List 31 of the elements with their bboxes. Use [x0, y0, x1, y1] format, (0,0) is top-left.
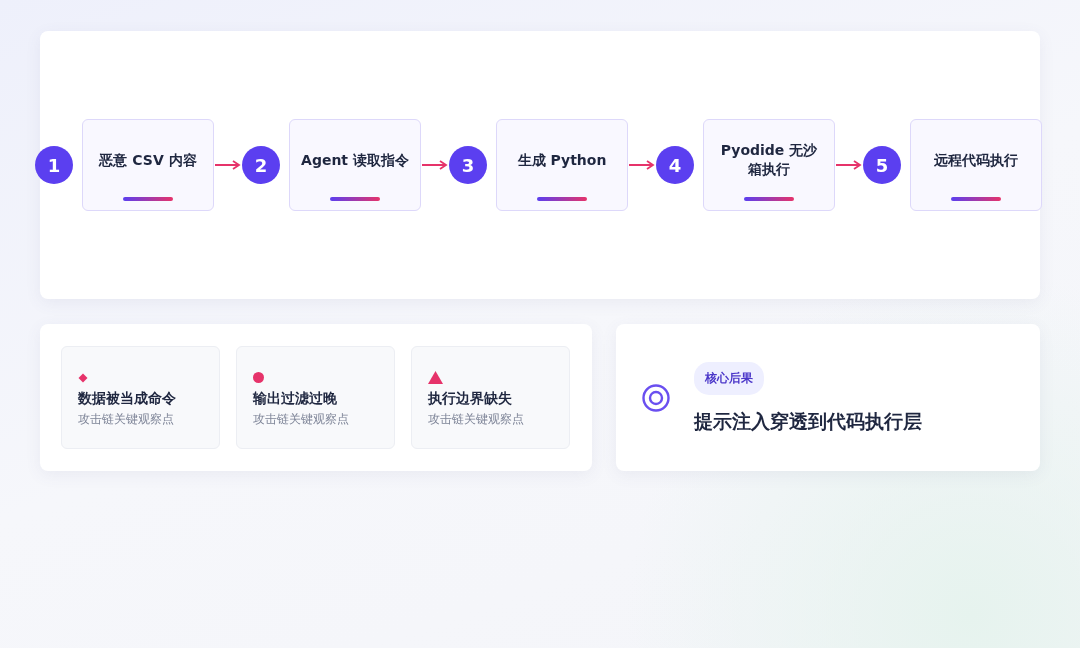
accent-bar [330, 197, 380, 201]
observation-caption: 攻击链关键观察点 [428, 412, 525, 427]
step-label: 远程代码执行 [934, 150, 1018, 170]
observation-caption: 攻击链关键观察点 [78, 412, 175, 427]
dot-icon [253, 372, 264, 383]
observation-title: 执行边界缺失 [428, 390, 513, 408]
target-icon [642, 383, 670, 412]
step-label: 恶意 CSV 内容 [99, 150, 197, 170]
triangle-icon [428, 371, 443, 384]
arrow-icon [215, 160, 241, 170]
step-number: 1 [35, 146, 73, 184]
accent-bar [744, 197, 794, 201]
diamond-icon [78, 372, 88, 383]
arrow-icon [836, 160, 862, 170]
observation-title: 数据被当成命令 [78, 390, 177, 408]
outcome-headline: 提示注入穿透到代码执行层 [694, 409, 922, 434]
outcome-badge: 核心后果 [694, 362, 764, 395]
accent-bar [951, 197, 1001, 201]
observation-caption: 攻击链关键观察点 [253, 412, 350, 427]
accent-bar [123, 197, 173, 201]
step-number: 3 [449, 146, 487, 184]
accent-bar [537, 197, 587, 201]
observation-title: 输出过滤过晚 [253, 390, 338, 408]
step-number: 5 [863, 146, 901, 184]
step-label: Agent 读取指令 [301, 150, 409, 170]
step-number: 4 [656, 146, 694, 184]
arrow-icon [629, 160, 655, 170]
step-label: Pyodide 无沙箱执行 [719, 141, 819, 179]
arrow-icon [422, 160, 448, 170]
step-number: 2 [242, 146, 280, 184]
step-label: 生成 Python [517, 150, 607, 170]
